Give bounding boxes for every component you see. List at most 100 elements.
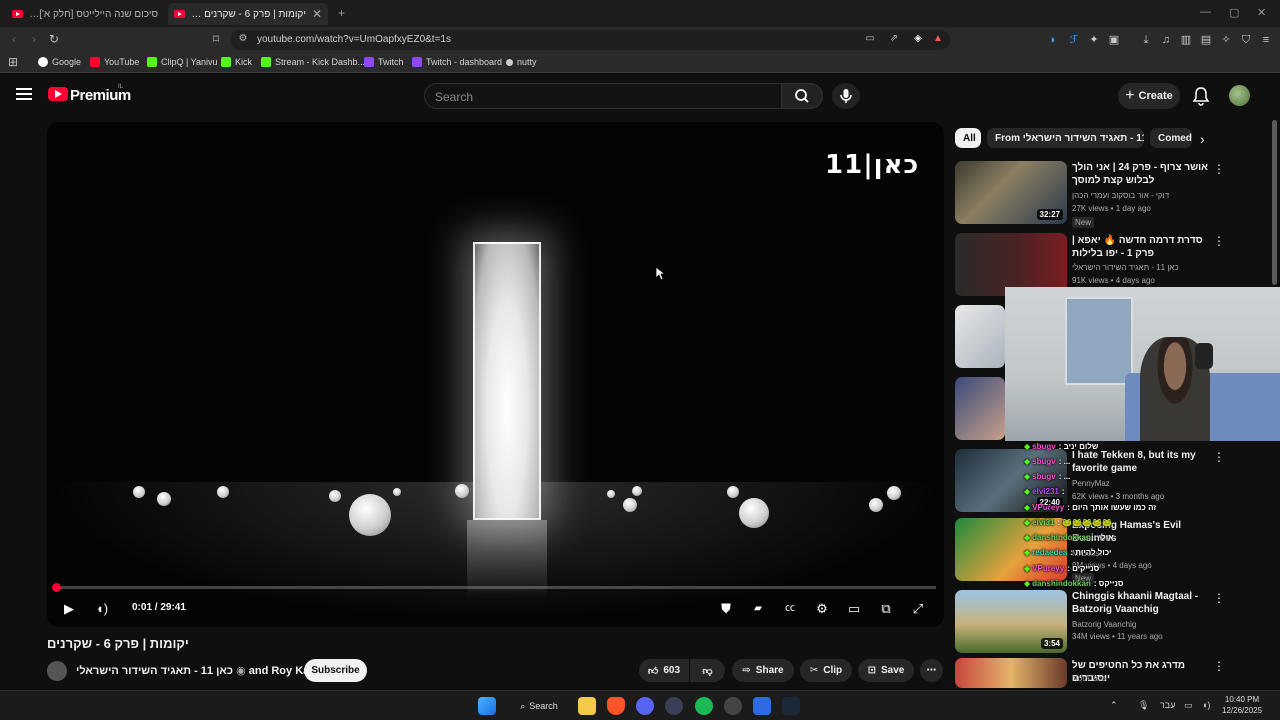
bookmark-youtube[interactable]: YouTube xyxy=(90,57,139,67)
voice-search-button[interactable] xyxy=(832,83,860,109)
windows-start-icon[interactable] xyxy=(478,697,496,715)
dislike-button[interactable]: 👎︎ xyxy=(690,659,725,682)
channel-name[interactable]: כאן 11 - תאגיד השידור הישראלי ◉ and Roy … xyxy=(76,664,320,677)
volume-icon[interactable]: ◖) xyxy=(92,599,112,619)
extension-icon[interactable]: ◗ xyxy=(1046,33,1060,47)
subscribe-button[interactable]: Subscribe xyxy=(304,659,367,682)
settings-gear-icon[interactable]: ⚙ xyxy=(812,599,832,619)
network-icon[interactable]: ▭ xyxy=(1184,700,1193,711)
media-icon[interactable]: ♫ xyxy=(1159,33,1173,47)
recommendation-title[interactable]: I hate Tekken 8, but its my favorite gam… xyxy=(1072,449,1212,475)
video-player[interactable]: כאן|11 ▶ ◖) 0:01 / 29:41 ⛊ ▰ ㏄ ⚙ ▭ ⧉ ⤢ xyxy=(47,122,944,627)
progress-bar[interactable] xyxy=(55,586,936,589)
user-avatar[interactable] xyxy=(1229,85,1250,106)
minimize-icon[interactable]: — xyxy=(1200,6,1211,18)
fullscreen-icon[interactable]: ⤢ xyxy=(908,599,928,619)
more-actions-button[interactable]: ⋯ xyxy=(920,659,943,682)
notifications-bell-icon[interactable] xyxy=(1192,86,1210,106)
share-page-icon[interactable]: ⇗ xyxy=(886,33,902,44)
clip-button[interactable]: ✂ Clip xyxy=(800,659,852,682)
more-vertical-icon[interactable]: ⋮ xyxy=(1213,659,1225,673)
bookmark-nutty[interactable]: nutty xyxy=(506,57,537,67)
recommendation-thumbnail[interactable] xyxy=(955,305,1005,368)
save-button[interactable]: ⊡ Save xyxy=(858,659,914,682)
close-tab-icon[interactable]: ✕ xyxy=(312,7,322,21)
like-button[interactable]: 👍︎ 603 xyxy=(639,659,689,682)
address-bar[interactable]: ⚙ youtube.com/watch?v=UmOapfxyEZ0&t=1s ▭… xyxy=(230,30,950,50)
captions-icon[interactable]: ㏄ xyxy=(780,599,800,619)
browser-tab-active[interactable]: יקומות | פרק 6 - שקרנים - YouTube ✕ xyxy=(168,3,328,25)
play-icon[interactable]: ▶ xyxy=(59,599,79,619)
chip-comedy[interactable]: Comed xyxy=(1150,128,1192,148)
brave-shield-icon[interactable]: ◈ xyxy=(910,33,926,44)
youtube-logo-icon[interactable] xyxy=(48,87,68,101)
app-icon[interactable] xyxy=(753,697,771,715)
premium-badge-icon[interactable]: ⛊ xyxy=(716,599,736,619)
bookmark-page-icon[interactable]: ⌑ xyxy=(208,32,224,46)
download-icon[interactable]: ⤓ xyxy=(1139,33,1153,47)
steam-icon[interactable] xyxy=(782,697,800,715)
chrome-icon[interactable] xyxy=(724,697,742,715)
miniplayer-icon[interactable]: ▭ xyxy=(844,599,864,619)
recommendation-channel[interactable]: כאן 11 - תאגיד השידור הישראלי xyxy=(1072,263,1179,272)
close-window-icon[interactable]: ✕ xyxy=(1257,6,1266,19)
menu-icon[interactable]: ≡ xyxy=(1259,33,1273,47)
taskbar-clock[interactable]: 10:40 PM 12/26/2025 xyxy=(1222,694,1262,716)
search-input[interactable]: Search xyxy=(424,83,782,109)
channel-avatar[interactable] xyxy=(47,661,67,681)
leo-ai-icon[interactable]: ✧ xyxy=(1219,33,1233,47)
spotify-icon[interactable] xyxy=(695,697,713,715)
recommendation-thumbnail[interactable] xyxy=(955,377,1005,440)
wallet-icon[interactable]: ▤ xyxy=(1199,33,1213,47)
page-scrollbar[interactable] xyxy=(1272,120,1277,285)
sidebar-icon[interactable]: ▥ xyxy=(1179,33,1193,47)
hamburger-menu-icon[interactable] xyxy=(16,88,32,100)
recommendation-thumbnail[interactable]: 32:27 xyxy=(955,161,1067,224)
apps-grid-icon[interactable]: ⊞ xyxy=(5,55,21,69)
taskbar-search[interactable]: ⌕ Search xyxy=(510,696,568,716)
obs-icon[interactable] xyxy=(665,697,683,715)
bookmark-twitch-dashboard[interactable]: Twitch - dashboard xyxy=(412,57,502,67)
reload-icon[interactable]: ↻ xyxy=(46,32,62,46)
chip-from-channel[interactable]: From כאן 11 - תאגיד השידור הישראלי xyxy=(987,128,1144,148)
recommendation-title[interactable]: סדרת דרמה חדשה 🔥 יאפא | פרק 1 - יפו בליל… xyxy=(1072,234,1212,260)
recommendation-channel[interactable]: NotATaco xyxy=(1072,674,1106,683)
more-vertical-icon[interactable]: ⋮ xyxy=(1213,591,1225,605)
tray-chevron-icon[interactable]: ⌃ xyxy=(1110,700,1118,711)
progress-scrubber[interactable] xyxy=(52,583,61,592)
extension-icon[interactable]: ▣ xyxy=(1107,33,1121,47)
recommendation-thumbnail[interactable] xyxy=(955,658,1067,688)
bookmark-kick[interactable]: Kick xyxy=(221,57,252,67)
rewards-icon[interactable]: ▲ xyxy=(930,33,946,44)
maximize-icon[interactable]: ▢ xyxy=(1229,6,1239,19)
vpn-shield-icon[interactable]: ⛉ xyxy=(1239,33,1253,47)
recommendation-title[interactable]: Chinggis khaanii Magtaal - Batzorig Vaan… xyxy=(1072,590,1212,616)
search-button[interactable] xyxy=(781,83,823,109)
more-vertical-icon[interactable]: ⋮ xyxy=(1213,162,1225,176)
autoplay-toggle[interactable]: ▰ xyxy=(748,599,768,619)
bookmark-google[interactable]: Google xyxy=(38,57,81,67)
more-vertical-icon[interactable]: ⋮ xyxy=(1213,234,1225,248)
language-indicator[interactable]: עבר xyxy=(1160,700,1175,710)
bookmark-clipq[interactable]: ClipQ | Yanivu xyxy=(147,57,218,67)
browser-tab[interactable]: סיכום שנה היילייטס [חלק א'] - YouTube xyxy=(6,3,164,25)
back-icon[interactable]: ‹ xyxy=(6,32,22,46)
cast-icon[interactable]: ▭ xyxy=(862,33,878,44)
chips-next-chevron-icon[interactable]: › xyxy=(1200,131,1205,147)
new-tab-plus-icon[interactable]: + xyxy=(338,6,345,20)
recommendation-channel[interactable]: PennyMaz xyxy=(1072,479,1110,488)
translate-extension-icon[interactable]: ℱ xyxy=(1067,33,1081,47)
forward-icon[interactable]: › xyxy=(26,32,42,46)
microphone-tray-icon[interactable]: 🎙︎ xyxy=(1138,700,1149,711)
create-button[interactable]: + Create xyxy=(1118,83,1180,109)
bookmark-twitch[interactable]: Twitch xyxy=(364,57,404,67)
chip-all[interactable]: All xyxy=(955,128,981,148)
recommendation-channel[interactable]: דוקי - אור בוסקוב ועמרי הכהן xyxy=(1072,191,1169,200)
puzzle-extension-icon[interactable]: ✦ xyxy=(1087,33,1101,47)
share-button[interactable]: ⇨ Share xyxy=(732,659,794,682)
file-explorer-icon[interactable] xyxy=(578,697,596,715)
recommendation-title[interactable]: אושר צרוף - פרק 24 | אני הולך לבלוש קצת … xyxy=(1072,161,1212,187)
recommendation-channel[interactable]: Batzorig Vaanchig xyxy=(1072,620,1136,629)
speaker-icon[interactable]: ◖) xyxy=(1202,700,1210,710)
bookmark-kick-dashboard[interactable]: Stream - Kick Dashb... xyxy=(261,57,365,67)
